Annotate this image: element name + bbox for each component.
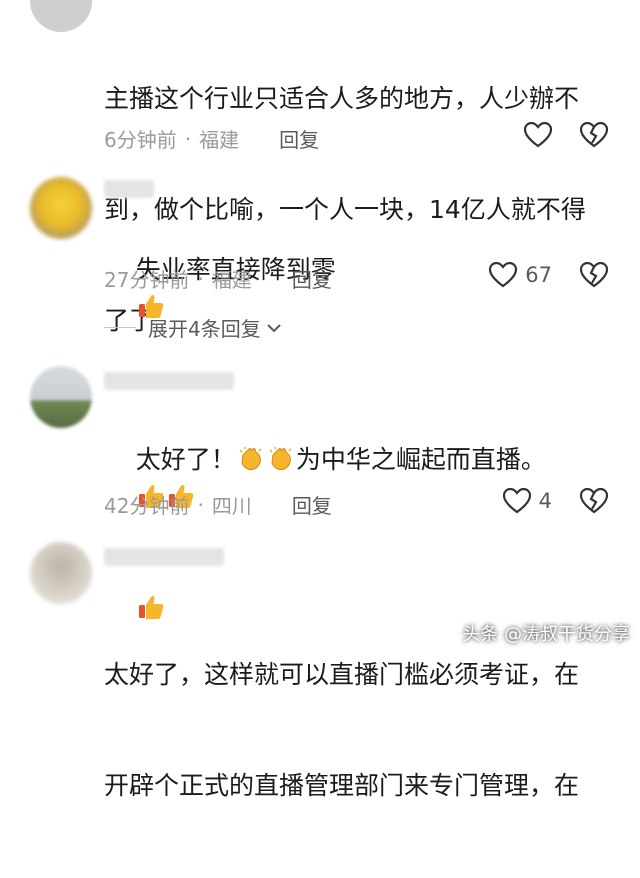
comment-actions	[524, 122, 608, 148]
reply-button[interactable]: 回复	[292, 264, 332, 293]
reply-button[interactable]: 回复	[279, 124, 319, 153]
comment-meta: 42分钟前 · 四川 回复	[104, 490, 332, 519]
avatar[interactable]	[30, 0, 92, 32]
comment-location: 四川	[211, 494, 252, 518]
username-blurred[interactable]	[104, 180, 154, 198]
watermark: 头条 @涛叔干货分享	[462, 624, 630, 645]
broken-heart-icon[interactable]	[580, 488, 608, 514]
comment-meta: 27分钟前 · 福建 回复	[104, 264, 332, 293]
expand-replies-label: 展开4条回复	[148, 317, 261, 341]
comment-actions: 4	[502, 488, 608, 514]
clapping-hands-emoji	[269, 447, 292, 471]
avatar[interactable]	[30, 542, 92, 604]
comment-line: 太好了，这样就可以直播门槛必须考证，在	[104, 660, 580, 689]
comment-meta: 6分钟前 · 福建 回复	[104, 124, 319, 153]
chevron-down-icon	[267, 323, 281, 332]
heart-outline-icon	[489, 262, 518, 288]
like-button[interactable]: 67	[489, 262, 552, 288]
separator: ·	[197, 266, 204, 291]
heart-outline-icon	[502, 488, 531, 514]
comment-text-a: 太好了！	[135, 445, 236, 474]
like-count: 67	[525, 263, 552, 287]
comment-time: 6分钟前	[104, 128, 177, 152]
divider	[104, 327, 136, 328]
comment-time: 27分钟前	[104, 268, 190, 292]
comment-line: 主播这个行业只适合人多的地方，人少辦不	[104, 84, 580, 113]
like-button[interactable]: 4	[502, 488, 552, 514]
expand-replies-button[interactable]: 展开4条回复	[104, 313, 283, 342]
broken-heart-icon[interactable]	[580, 122, 608, 148]
username-blurred[interactable]	[104, 372, 234, 390]
comment-text-b: 为中华之崛起而直播。	[295, 445, 546, 474]
reply-button[interactable]: 回复	[292, 490, 332, 519]
separator: ·	[197, 492, 204, 517]
like-button[interactable]	[524, 122, 552, 148]
comment-line: 开辟个正式的直播管理部门来专门管理，在	[104, 771, 580, 800]
separator: ·	[184, 126, 192, 151]
broken-heart-icon[interactable]	[580, 262, 608, 288]
avatar[interactable]	[30, 366, 92, 428]
comment-location: 福建	[199, 128, 240, 152]
avatar[interactable]	[30, 177, 92, 239]
clapping-hands-emoji	[239, 447, 262, 471]
comment-time: 42分钟前	[104, 494, 190, 518]
username-blurred[interactable]	[104, 548, 224, 566]
comment-actions: 67	[489, 262, 608, 288]
like-count: 4	[538, 489, 552, 513]
heart-outline-icon	[524, 122, 552, 148]
comment-location: 福建	[211, 268, 252, 292]
